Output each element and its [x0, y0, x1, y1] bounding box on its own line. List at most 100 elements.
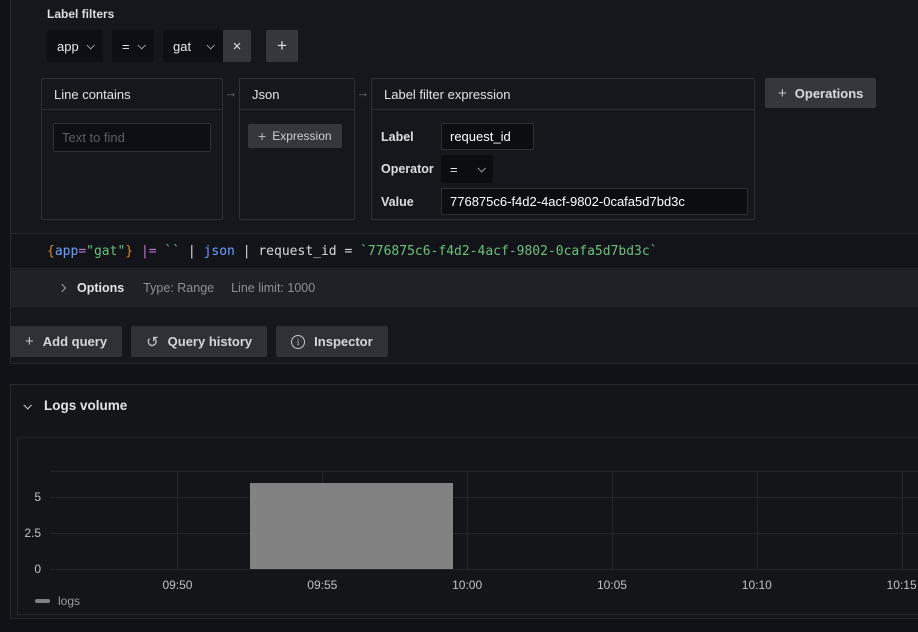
- logs-volume-chart: logs 02.5509:5009:5510:0010:0510:1010:15: [17, 437, 918, 615]
- query-history-label: Query history: [168, 334, 253, 349]
- options-type: Type: Range: [143, 281, 214, 295]
- logs-volume-section: Logs volume logs 02.5509:5009:5510:0010:…: [10, 384, 918, 619]
- operation-header[interactable]: Line contains: [42, 79, 222, 110]
- query-token: request_id =: [258, 244, 360, 259]
- legend-series-swatch: [35, 599, 50, 603]
- operations-button-label: Operations: [795, 86, 864, 101]
- operation-title: Line contains: [54, 87, 131, 102]
- x-axis-tick-label: 09:55: [307, 578, 337, 592]
- label-field-row: Label: [381, 123, 754, 150]
- gridline-vertical: [467, 471, 468, 569]
- operation-title: Json: [252, 87, 279, 102]
- query-token: `776875c6-f4d2-4acf-9802-0cafa5d7bd3c`: [360, 244, 657, 259]
- chevron-down-icon: [86, 41, 94, 49]
- label-select-value: app: [57, 39, 79, 54]
- logs-volume-header[interactable]: Logs volume: [24, 398, 127, 413]
- query-token: ``: [164, 244, 180, 259]
- legend-series-name: logs: [58, 594, 80, 608]
- operation-body: Label Operator = Value: [372, 110, 754, 215]
- close-icon: ×: [233, 38, 242, 55]
- query-token: }: [125, 244, 133, 259]
- label-select[interactable]: app: [47, 30, 103, 62]
- operator-field-row: Operator =: [381, 155, 754, 183]
- query-token: json: [204, 244, 235, 259]
- gridline-vertical: [612, 471, 613, 569]
- gridline-horizontal: [50, 533, 918, 534]
- inspector-label: Inspector: [314, 334, 373, 349]
- value-field-row: Value: [381, 188, 754, 215]
- operation-json: Json + Expression: [239, 78, 355, 220]
- query-token: |: [180, 244, 203, 259]
- plus-icon: +: [258, 128, 266, 144]
- gridline-horizontal: [50, 569, 918, 570]
- line-contains-input[interactable]: [53, 123, 211, 152]
- x-axis-tick-label: 09:50: [162, 578, 192, 592]
- label-operator-select[interactable]: =: [112, 30, 154, 62]
- query-token: app: [55, 244, 78, 259]
- logs-volume-legend[interactable]: logs: [35, 594, 80, 608]
- value-field-input[interactable]: [441, 188, 748, 215]
- gridline-vertical: [902, 471, 903, 569]
- operator-field-value: =: [450, 162, 458, 177]
- plus-icon: +: [277, 36, 287, 56]
- add-query-button[interactable]: + Add query: [10, 326, 122, 357]
- chevron-down-icon: [477, 164, 485, 172]
- operator-field-select[interactable]: =: [441, 155, 493, 183]
- query-token: "gat": [86, 244, 125, 259]
- query-code-text: {app="gat"} |= `` | json | request_id = …: [47, 244, 658, 259]
- add-operations-button[interactable]: + Operations: [765, 78, 876, 108]
- query-options-row[interactable]: Options Type: Range Line limit: 1000: [11, 270, 918, 307]
- query-history-button[interactable]: ↺ Query history: [131, 326, 267, 357]
- label-value-select[interactable]: gat: [163, 30, 223, 62]
- gridline-horizontal: [50, 497, 918, 498]
- x-axis-tick-label: 10:05: [597, 578, 627, 592]
- logs-volume-plot[interactable]: [50, 471, 918, 569]
- info-icon: i: [291, 335, 305, 349]
- add-query-label: Add query: [43, 334, 107, 349]
- query-token: {: [47, 244, 55, 259]
- x-axis-tick-label: 10:15: [887, 578, 917, 592]
- plus-icon: +: [25, 333, 34, 350]
- options-label: Options: [77, 281, 124, 295]
- label-field-label: Label: [381, 130, 441, 144]
- volume-bar: [250, 483, 453, 569]
- raw-query-preview[interactable]: {app="gat"} |= `` | json | request_id = …: [11, 233, 918, 269]
- add-expression-button[interactable]: + Expression: [248, 124, 342, 148]
- x-axis-tick-label: 10:10: [742, 578, 772, 592]
- operations-pipeline: Line contains → Json + Expression → Labe…: [41, 78, 755, 220]
- operation-line-contains: Line contains: [41, 78, 223, 220]
- chevron-right-icon: [58, 284, 66, 292]
- add-label-filter-button[interactable]: +: [266, 30, 298, 62]
- gridline-vertical: [757, 471, 758, 569]
- pipeline-arrow-icon: →: [223, 85, 239, 100]
- operation-header[interactable]: Label filter expression: [372, 79, 754, 110]
- operator-field-label: Operator: [381, 162, 441, 176]
- y-axis-tick-label: 2.5: [24, 526, 41, 540]
- label-filters-title: Label filters: [47, 7, 114, 21]
- history-icon: ↺: [146, 333, 159, 351]
- operation-body: + Expression: [240, 110, 354, 162]
- operation-header[interactable]: Json: [240, 79, 354, 110]
- add-expression-label: Expression: [272, 129, 331, 143]
- label-filter-row: app = gat × +: [47, 30, 298, 62]
- value-field-label: Value: [381, 195, 441, 209]
- label-field-input[interactable]: [441, 123, 534, 150]
- logs-volume-title: Logs volume: [44, 398, 127, 413]
- query-token: |: [235, 244, 258, 259]
- gridline-horizontal: [50, 471, 918, 472]
- remove-label-filter-button[interactable]: ×: [223, 30, 251, 62]
- query-token: |=: [141, 244, 157, 259]
- gridline-vertical: [177, 471, 178, 569]
- plus-icon: +: [778, 85, 787, 102]
- query-editor-section: Label filters app = gat × + Line contain…: [10, 0, 918, 364]
- pipeline-arrow-icon: →: [355, 85, 371, 100]
- explore-toolbar: + Add query ↺ Query history i Inspector: [10, 326, 388, 357]
- inspector-button[interactable]: i Inspector: [276, 326, 388, 357]
- y-axis-tick-label: 0: [34, 562, 41, 576]
- operation-body: [42, 110, 222, 165]
- operation-title: Label filter expression: [384, 87, 510, 102]
- query-token: =: [78, 244, 86, 259]
- chevron-down-icon: [206, 41, 214, 49]
- operation-label-filter-expression: Label filter expression Label Operator =…: [371, 78, 755, 220]
- y-axis-tick-label: 5: [34, 490, 41, 504]
